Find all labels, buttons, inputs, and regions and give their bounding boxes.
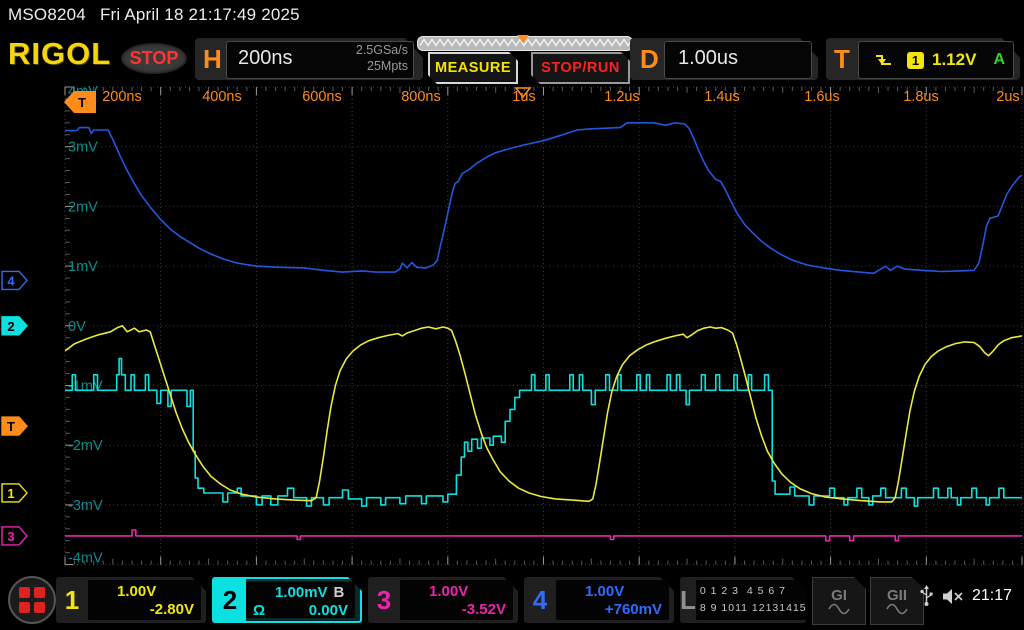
channel-1-box[interactable]: 1 1.00V -2.80V	[56, 577, 206, 623]
speaker-muted-icon	[942, 588, 964, 605]
channel-3-scale: 1.00V	[429, 583, 468, 601]
logic-label: L	[680, 577, 696, 623]
channel-1-scale: 1.00V	[117, 583, 156, 601]
usb-icon	[920, 585, 933, 607]
channel-2-number: 2	[214, 579, 246, 621]
time-axis-label: 400ns	[202, 89, 242, 105]
volt-axis-label: -4mV	[68, 551, 103, 567]
time-axis-label: 1.2us	[604, 89, 639, 105]
oscilloscope-screen: MSO8204Fri April 18 21:17:49 2025 RIGOL …	[0, 0, 1024, 630]
dc-coupling-icon	[563, 587, 579, 596]
volt-axis-label: -3mV	[68, 498, 103, 514]
sine-wave-icon	[886, 603, 908, 615]
channel-marker-3[interactable]: 3	[2, 527, 27, 545]
menu-button[interactable]	[8, 576, 56, 624]
channel-4-number: 4	[524, 577, 556, 623]
time-axis-label: 800ns	[401, 89, 441, 105]
channel-4-offset: +760mV	[563, 601, 662, 619]
system-tray: 21:17	[920, 585, 1012, 607]
channel-4-box[interactable]: 4 1.00V +760mV	[524, 577, 674, 623]
channel-marker-label: 2	[7, 319, 14, 334]
dc-coupling-icon	[253, 589, 269, 598]
channel-marker-label: 1	[7, 486, 14, 501]
channel-marker-label: 3	[7, 529, 14, 544]
volt-axis-label: 2mV	[68, 199, 98, 215]
waveform-display: 200ns400ns600ns800ns1us1.2us1.4us1.6us1.…	[0, 0, 1024, 575]
volt-axis-label: 1mV	[68, 259, 98, 275]
generator-2-label: GII	[887, 588, 907, 603]
channel-3-offset: -3.52V	[407, 601, 506, 619]
sine-wave-icon	[828, 603, 850, 615]
channel-2-box[interactable]: 2 1.00mV B Ω 0.00V	[212, 577, 362, 623]
logic-analyzer-box[interactable]: L 0 1 2 3 4 5 6 7 8 9 1011 12131415	[680, 577, 806, 623]
time-axis-label: 2us	[996, 89, 1019, 105]
volt-axis-label: 3mV	[68, 140, 98, 156]
digital-channels-row2: 8 9 1011 12131415	[700, 602, 807, 615]
dc-coupling-icon	[95, 587, 111, 596]
time-axis-label: 1.4us	[704, 89, 739, 105]
channel-marker-T[interactable]: T	[2, 417, 27, 435]
digital-channels-row1: 0 1 2 3 4 5 6 7	[700, 585, 807, 598]
channel-2-scale: 1.00mV	[275, 584, 328, 602]
channel-marker-label: T	[7, 419, 15, 434]
channel-marker-2[interactable]: 2	[2, 317, 27, 335]
generator-2-button[interactable]: GII	[870, 577, 924, 625]
channel-3-box[interactable]: 3 1.00V -3.52V	[368, 577, 518, 623]
channel-marker-1[interactable]: 1	[2, 484, 27, 502]
channel-4-scale: 1.00V	[585, 583, 624, 601]
trace-ch4	[65, 123, 1022, 273]
channel-marker-label: 4	[7, 273, 15, 288]
time-axis-label: 1.6us	[804, 89, 839, 105]
time-axis-label: 1.8us	[903, 89, 938, 105]
time-axis-label: 600ns	[302, 89, 342, 105]
channel-3-number: 3	[368, 577, 400, 623]
channel-2-offset: 0.00V	[309, 602, 348, 620]
bandwidth-limit-flag: B	[334, 584, 345, 602]
channel-marker-4[interactable]: 4	[2, 271, 27, 289]
generator-1-button[interactable]: GI	[812, 577, 866, 625]
dc-coupling-icon	[407, 587, 423, 596]
impedance-icon: Ω	[253, 602, 265, 620]
generator-1-label: GI	[831, 588, 847, 603]
time-axis-label: 200ns	[102, 89, 142, 105]
channel-1-number: 1	[56, 577, 88, 623]
volt-axis-label: -2mV	[68, 438, 103, 454]
clock: 21:17	[972, 587, 1012, 605]
channel-1-offset: -2.80V	[95, 601, 194, 619]
menu-grid-icon	[19, 587, 45, 613]
volt-axis-label: 0V	[68, 319, 86, 335]
trigger-corner-letter: T	[78, 95, 86, 110]
